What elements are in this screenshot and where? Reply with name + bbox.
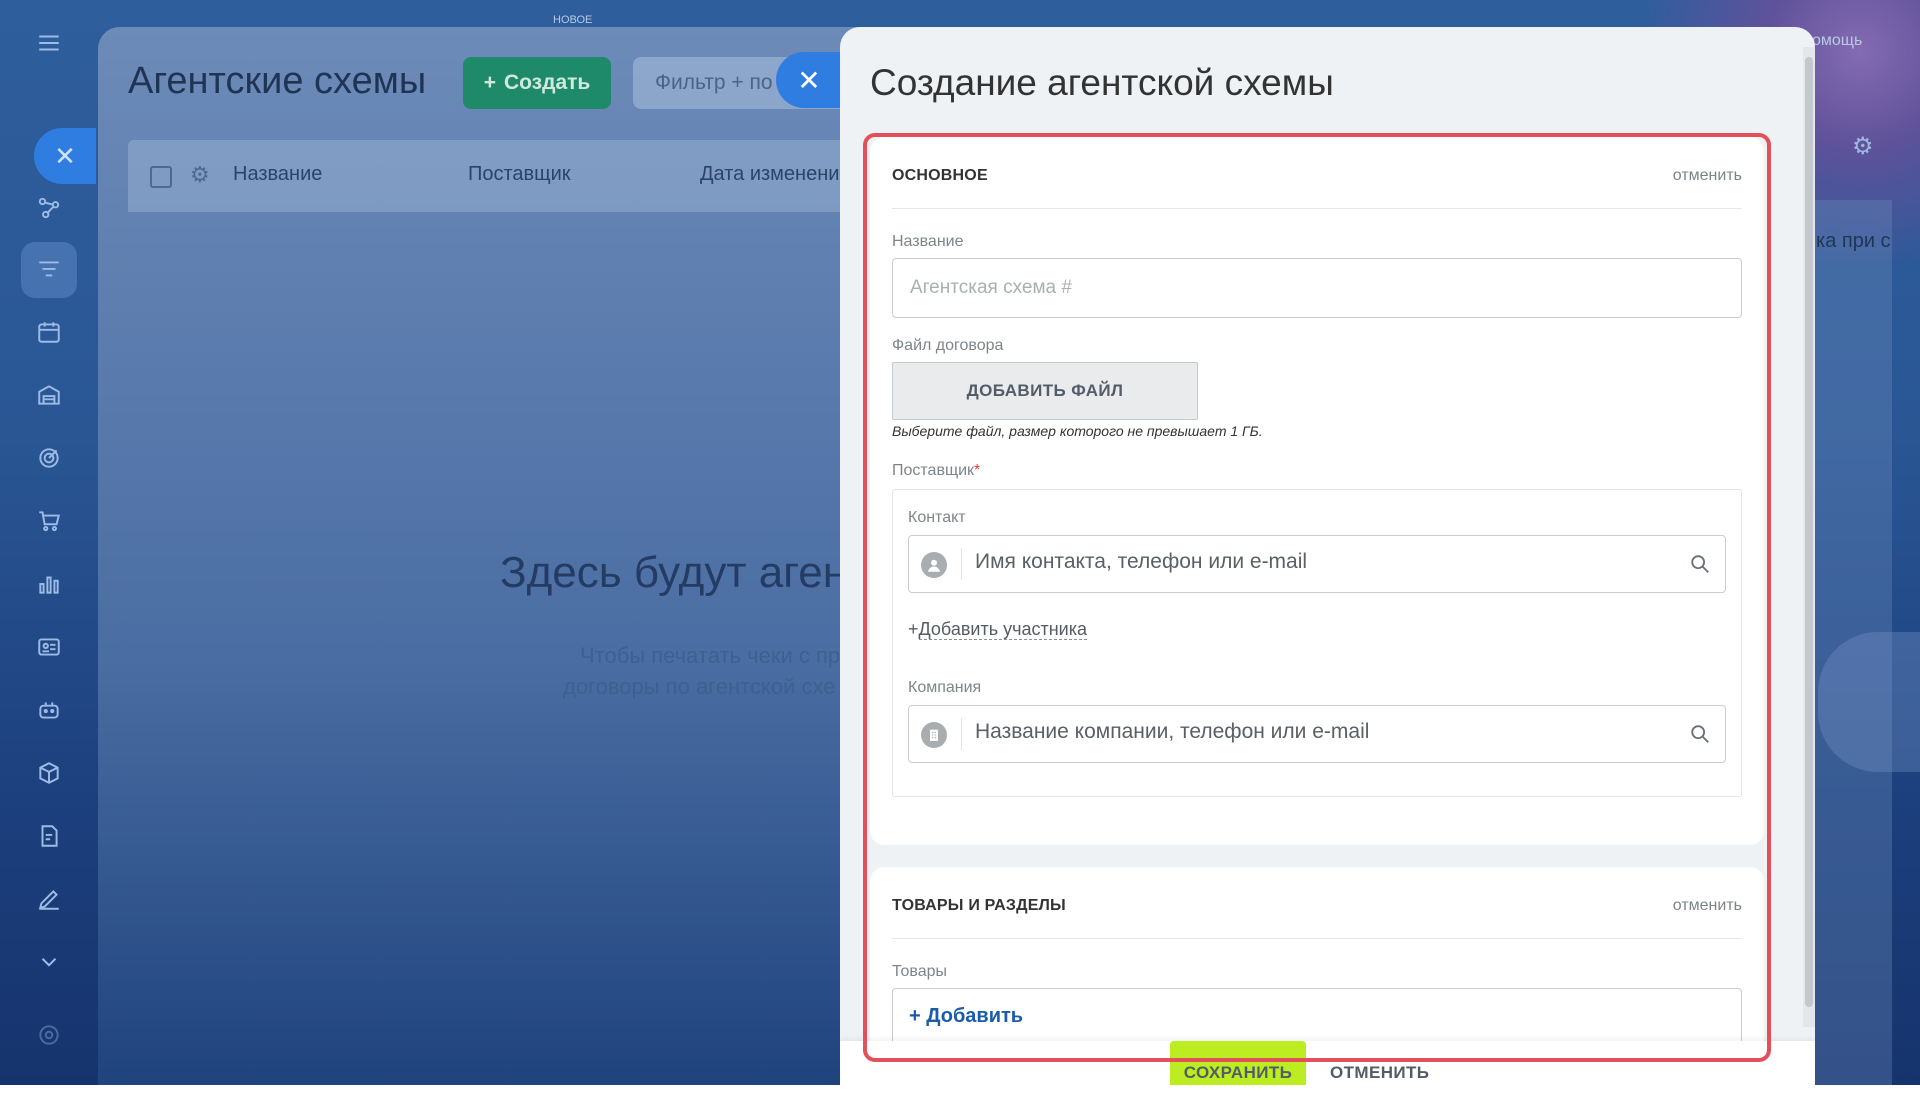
analytics-icon[interactable] <box>34 569 64 599</box>
cart-icon[interactable] <box>34 506 64 536</box>
settings-icon[interactable] <box>34 1020 64 1050</box>
company-building-icon <box>921 722 947 748</box>
background-gear-icon[interactable]: ⚙ <box>1852 132 1874 161</box>
warehouse-icon[interactable] <box>34 380 64 410</box>
robot-icon[interactable] <box>34 695 64 725</box>
empty-state-line-1: Чтобы печатать чеки с пр <box>580 643 840 668</box>
name-input[interactable]: Агентская схема # <box>892 258 1742 318</box>
main-section-header: ОСНОВНОЕ <box>892 167 988 184</box>
left-navigation: ✕ <box>0 0 96 1085</box>
empty-state-text: Чтобы печатать чеки с пр договоры по аге… <box>563 640 840 702</box>
column-header-date[interactable]: Дата изменени <box>700 163 850 186</box>
column-header-supplier[interactable]: Поставщик <box>468 163 571 186</box>
nav-close-button[interactable]: ✕ <box>34 128 96 184</box>
column-header-name[interactable]: Название <box>233 163 322 186</box>
pencil-icon[interactable] <box>34 884 64 914</box>
add-participant-link[interactable]: +Добавить участника <box>908 619 1087 640</box>
company-placeholder: Название компании, телефон или e-mail <box>975 720 1370 743</box>
add-goods-link[interactable]: + Добавить <box>909 1005 1023 1028</box>
filter-list-icon[interactable] <box>34 255 64 285</box>
goods-section-header: ТОВАРЫ И РАЗДЕЛЫ <box>892 897 1066 914</box>
name-label: Название <box>892 233 964 250</box>
file-size-hint: Выберите файл, размер которого не превыш… <box>892 423 1263 439</box>
app-background: ✕ НОВОЕ Агентские схемы + Создать Фильтр… <box>0 0 1920 1085</box>
add-file-button[interactable]: ДОБАВИТЬ ФАЙЛ <box>892 362 1198 420</box>
select-all-checkbox[interactable] <box>150 166 172 188</box>
goods-section-cancel-link[interactable]: отменить <box>1673 897 1742 915</box>
background-right-text: ка при с <box>1816 230 1891 252</box>
box-icon[interactable] <box>34 758 64 788</box>
name-input-placeholder: Агентская схема # <box>910 277 1072 298</box>
sales-funnel-icon[interactable] <box>34 193 64 223</box>
calendar-icon[interactable] <box>34 317 64 347</box>
company-search-input[interactable]: Название компании, телефон или e-mail <box>908 705 1726 763</box>
required-mark: * <box>974 462 981 479</box>
section-divider <box>892 208 1742 209</box>
add-participant-label: Добавить участника <box>918 619 1087 640</box>
search-icon[interactable] <box>1689 723 1711 745</box>
background-next-arrow-button[interactable] <box>1818 632 1920 772</box>
close-icon: ✕ <box>797 64 821 96</box>
create-agent-scheme-slider: Создание агентской схемы ОСНОВНОЕ отмени… <box>840 27 1815 1085</box>
menu-icon[interactable] <box>34 28 64 58</box>
input-separator <box>961 718 962 750</box>
scrollbar-thumb[interactable] <box>1805 57 1813 1007</box>
input-separator <box>961 548 962 580</box>
main-section: ОСНОВНОЕ отменить Название Агентская схе… <box>870 137 1764 845</box>
create-button[interactable]: + Создать <box>463 57 611 109</box>
help-link[interactable]: омощь <box>1812 32 1862 50</box>
contact-card-icon[interactable] <box>34 632 64 662</box>
goods-label: Товары <box>892 963 948 980</box>
target-icon[interactable] <box>34 443 64 473</box>
save-button[interactable]: СОХРАНИТЬ <box>1170 1041 1306 1085</box>
slider-footer: СОХРАНИТЬ ОТМЕНИТЬ <box>840 1041 1815 1085</box>
company-label: Компания <box>908 679 982 696</box>
slider-scrollbar[interactable] <box>1803 47 1815 1027</box>
slider-title: Создание агентской схемы <box>870 62 1334 103</box>
chevron-down-icon[interactable] <box>34 947 64 977</box>
plus-icon: + <box>483 71 496 94</box>
create-button-label: Создать <box>503 71 591 94</box>
user-avatar-icon <box>921 552 947 578</box>
plus-sign: + <box>908 619 919 639</box>
close-icon: ✕ <box>54 140 76 171</box>
document-edit-icon[interactable] <box>34 821 64 851</box>
supplier-label-text: Поставщик <box>892 462 975 479</box>
contact-search-input[interactable]: Имя контакта, телефон или e-mail <box>908 535 1726 593</box>
empty-state-title: Здесь будут агент <box>500 548 840 597</box>
slider-close-button[interactable]: ✕ <box>776 52 842 108</box>
contact-placeholder: Имя контакта, телефон или e-mail <box>975 550 1308 573</box>
search-icon[interactable] <box>1689 553 1711 575</box>
cancel-button[interactable]: ОТМЕНИТЬ <box>1330 1063 1429 1083</box>
contract-file-label: Файл договора <box>892 337 1004 354</box>
new-badge: НОВОЕ <box>553 14 593 26</box>
supplier-label: Поставщик* <box>892 462 980 480</box>
table-settings-gear-icon[interactable]: ⚙ <box>190 162 210 188</box>
section-divider <box>892 938 1742 939</box>
empty-state-line-2: договоры по агентской схе <box>563 674 836 699</box>
background-page-title: Агентские схемы <box>128 60 427 102</box>
main-section-cancel-link[interactable]: отменить <box>1673 167 1742 185</box>
contact-label: Контакт <box>908 509 966 526</box>
supplier-box: Контакт Имя контакта, телефон или e-mail… <box>892 489 1742 797</box>
